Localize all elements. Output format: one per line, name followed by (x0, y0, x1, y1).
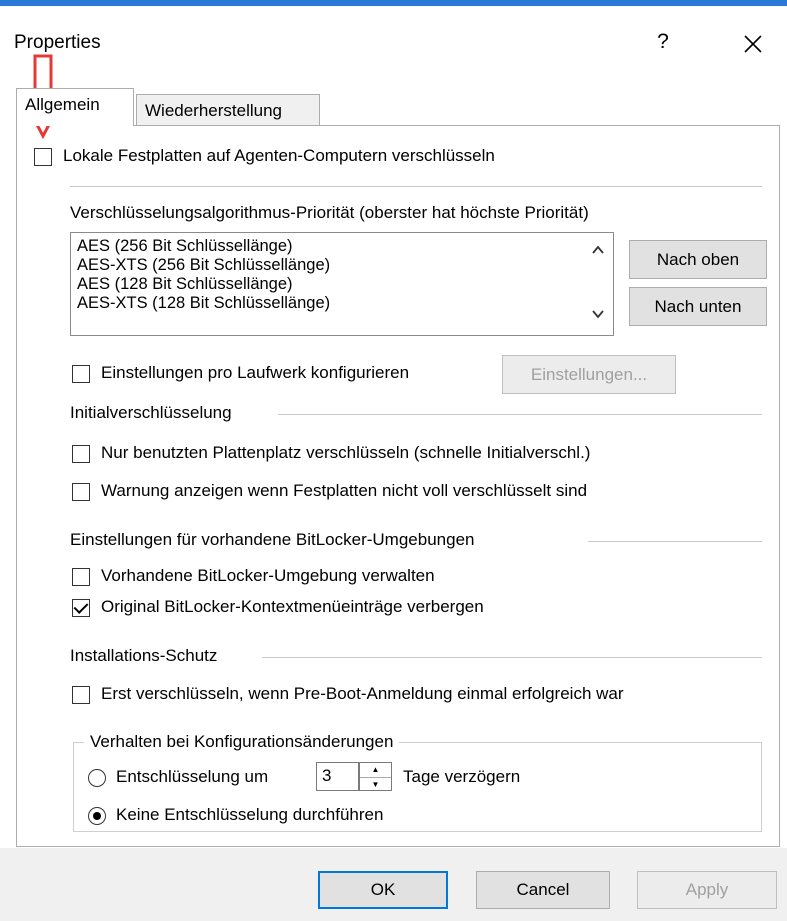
per-drive-label: Einstellungen pro Laufwerk konfigurieren (101, 363, 410, 382)
config-change-heading: Verhalten bei Konfigurationsänderungen (84, 732, 400, 752)
used-space-only-checkbox[interactable] (72, 445, 90, 463)
close-button[interactable] (733, 24, 773, 64)
list-item[interactable]: AES (256 Bit Schlüssellänge) (77, 237, 293, 256)
window-top-border (0, 0, 787, 6)
hide-context-menu-label: Original BitLocker-Kontextmenüeinträge v… (101, 597, 484, 616)
chevron-down-icon (592, 310, 604, 319)
algorithm-listbox[interactable]: AES (256 Bit Schlüssellänge) AES-XTS (25… (70, 232, 614, 336)
encrypt-local-disks-checkbox[interactable] (34, 148, 52, 166)
delay-days-input[interactable]: 3 (316, 762, 359, 791)
spin-up-icon[interactable]: ▲ (360, 763, 391, 776)
bitlocker-heading: Einstellungen für vorhandene BitLocker-U… (70, 530, 475, 549)
divider (70, 186, 762, 187)
tab-wiederherstellung[interactable]: Wiederherstellung (136, 94, 320, 126)
encrypt-after-preboot-checkbox[interactable] (72, 686, 90, 704)
move-up-button[interactable]: Nach oben (629, 240, 767, 279)
list-item[interactable]: AES-XTS (128 Bit Schlüssellänge) (77, 294, 330, 313)
divider (262, 657, 762, 658)
algorithm-priority-label: Verschlüsselungsalgorithmus-Priorität (o… (70, 203, 589, 222)
manage-bitlocker-checkbox[interactable] (72, 568, 90, 586)
divider (588, 541, 762, 542)
close-icon (744, 35, 762, 53)
manage-bitlocker-label: Vorhandene BitLocker-Umgebung verwalten (101, 566, 435, 585)
used-space-only-label: Nur benutzten Plattenplatz verschlüsseln… (101, 443, 591, 462)
delay-days-spinner[interactable]: ▲ ▼ (359, 762, 392, 791)
show-warning-checkbox[interactable] (72, 483, 90, 501)
help-button[interactable]: ? (648, 30, 678, 54)
encrypt-after-preboot-label: Erst verschlüsseln, wenn Pre-Boot-Anmeld… (101, 684, 624, 703)
tab-allgemein[interactable]: Allgemein (16, 88, 134, 126)
cancel-button[interactable]: Cancel (476, 871, 610, 909)
encrypt-local-disks-label: Lokale Festplatten auf Agenten-Computern… (63, 146, 495, 165)
move-down-button[interactable]: Nach unten (629, 287, 767, 326)
no-decrypt-radio[interactable] (88, 807, 106, 825)
delay-label-before: Entschlüsselung um (116, 767, 269, 786)
settings-button[interactable]: Einstellungen... (502, 355, 676, 394)
chevron-up-icon (592, 245, 604, 254)
install-protection-heading: Installations-Schutz (70, 646, 218, 665)
spin-down-icon[interactable]: ▼ (360, 777, 391, 791)
initial-encryption-heading: Initialverschlüsselung (70, 403, 232, 422)
list-item[interactable]: AES (128 Bit Schlüssellänge) (77, 275, 293, 294)
tab-label: Allgemein (25, 95, 100, 114)
hide-context-menu-checkbox[interactable] (72, 599, 90, 617)
delay-decrypt-radio[interactable] (88, 769, 106, 787)
window-title: Properties (14, 32, 101, 53)
divider (278, 414, 762, 415)
apply-button[interactable]: Apply (637, 871, 777, 909)
show-warning-label: Warnung anzeigen wenn Festplatten nicht … (101, 481, 588, 500)
scroll-up-button[interactable] (587, 243, 609, 263)
tab-label: Wiederherstellung (145, 101, 283, 120)
ok-button[interactable]: OK (318, 871, 448, 909)
scroll-down-button[interactable] (587, 307, 609, 327)
per-drive-checkbox[interactable] (72, 365, 90, 383)
delay-label-after: Tage verzögern (403, 767, 521, 786)
no-decrypt-label: Keine Entschlüsselung durchführen (116, 805, 384, 824)
list-item[interactable]: AES-XTS (256 Bit Schlüssellänge) (77, 256, 330, 275)
